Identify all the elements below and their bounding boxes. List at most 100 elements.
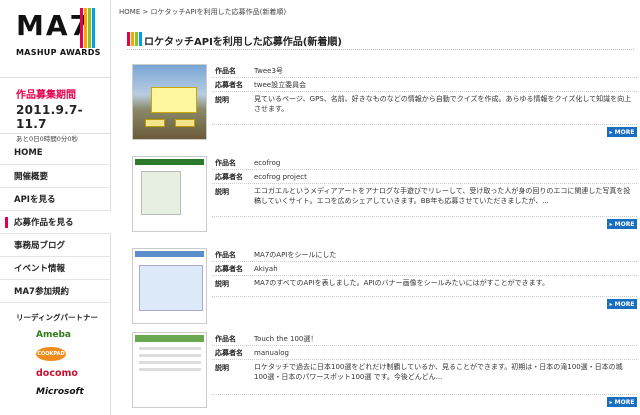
nav-label: MA7参加規約 [14, 287, 69, 297]
nav-label: イベント情報 [14, 264, 66, 274]
thumb-sign [151, 87, 197, 113]
partner-microsoft[interactable]: Microsoft [36, 385, 111, 399]
logo-bar-2 [84, 8, 87, 48]
period-date: 2011.9.7-11.7 [16, 103, 83, 131]
thumb-line [139, 361, 201, 364]
heading-bar [131, 32, 134, 46]
entry-thumbnail[interactable] [132, 64, 207, 140]
entry-info: 作品名 ecofrog 応募者名 ecofrog project 説明 エコガエルとい… [212, 156, 637, 207]
row-desc: 説明 ロケタッチで過去に日本100選をどれだけ制覇しているか、見ることができます。… [212, 360, 637, 383]
docomo-logo: docomo [36, 367, 78, 379]
sidebar: MA7 MASHUP AWARDS 作品募集期間 2011.9.7-11.7 あ… [0, 0, 111, 415]
page-title: ロケタッチAPIを利用した応募作品(新着順) [144, 37, 342, 48]
entry-author: Akiyah [254, 264, 278, 273]
entry-thumbnail[interactable] [132, 248, 207, 324]
entry-name: MA7のAPIをシールにした [254, 250, 337, 259]
entry-desc: ロケタッチで過去に日本100選をどれだけ制覇しているか、見ることができます。初期… [254, 363, 623, 381]
more-row: ▸ MORE [212, 394, 637, 407]
logo-bar-4 [92, 8, 95, 48]
row-work: 作品名 ecofrog [212, 156, 637, 170]
ma7-logo[interactable]: MA7 MASHUP AWARDS [14, 6, 100, 66]
more-label: MORE [614, 128, 635, 136]
label-author: 応募者名 [215, 264, 243, 273]
nav-terms[interactable]: MA7参加規約 [0, 280, 111, 303]
label-author: 応募者名 [215, 348, 243, 357]
entry-item: 作品名 ecofrog 応募者名 ecofrog project 説明 エコガエルとい… [132, 156, 637, 238]
label-desc: 説明 [215, 364, 229, 372]
nav-label: 開催概要 [14, 172, 49, 182]
thumb-line [139, 368, 201, 371]
nav-api[interactable]: APIを見る [0, 188, 111, 211]
entry-item: 作品名 Touch the 100選！ 応募者名 manualog 説明 ロケタッチで… [132, 332, 637, 414]
more-label: MORE [614, 398, 635, 406]
nav-events[interactable]: イベント情報 [0, 257, 111, 280]
nav-label: HOME [14, 148, 43, 158]
active-marker [5, 217, 8, 228]
row-work: 作品名 Touch the 100選！ [212, 332, 637, 346]
entry-author: twee設立委員会 [254, 80, 307, 89]
period-title: 作品募集期間 [16, 90, 76, 101]
more-row: ▸ MORE [212, 296, 637, 309]
nav-overview[interactable]: 開催概要 [0, 165, 111, 188]
entry-name: ecofrog [254, 158, 281, 167]
nav-label: APIを見る [14, 195, 56, 205]
logo-bar-1 [80, 8, 83, 48]
cookpad-logo: COOKPAD [36, 347, 66, 361]
more-label: MORE [614, 300, 635, 308]
partner-docomo[interactable]: docomo [36, 366, 111, 380]
partner-ameba[interactable]: Ameba [36, 328, 111, 342]
breadcrumb: HOME > ロケタッチAPIを利用した応募作品(新着順) [119, 8, 287, 16]
nav-label: 応募作品を見る [14, 218, 74, 228]
entry-name: Twee3号 [254, 66, 283, 75]
row-desc: 説明 見ているページ、GPS、名前、好きなものなどの情報から自動でクイズを作成。あ… [212, 92, 637, 115]
label-work: 作品名 [215, 334, 236, 343]
page-heading: ロケタッチAPIを利用した応募作品(新着順) [127, 28, 634, 50]
label-desc: 説明 [215, 96, 229, 104]
entry-item: 作品名 Twee3号 応募者名 twee設立委員会 説明 見ているページ、GPS、名前… [132, 64, 637, 146]
entry-thumbnail[interactable] [132, 156, 207, 232]
main-content: HOME > ロケタッチAPIを利用した応募作品(新着順) ロケタッチAPIを利… [111, 0, 640, 415]
nav-entries[interactable]: 応募作品を見る [0, 211, 111, 234]
entry-author: manualog [254, 348, 289, 357]
ameba-logo: Ameba [36, 330, 71, 340]
more-button[interactable]: ▸ MORE [607, 127, 637, 137]
microsoft-logo: Microsoft [36, 387, 84, 397]
label-desc: 説明 [215, 280, 229, 288]
thumb-button [175, 119, 195, 127]
entry-desc: 見ているページ、GPS、名前、好きなものなどの情報から自動でクイズを作成。あらゆ… [254, 95, 632, 113]
more-button[interactable]: ▸ MORE [607, 219, 637, 229]
thumb-line [139, 347, 201, 350]
thumb-map [141, 171, 181, 215]
label-desc: 説明 [215, 188, 229, 196]
partner-cookpad[interactable]: COOKPAD [36, 347, 111, 361]
entry-desc: エコガエルというメディアアートをアナログな手遊びでリレーして、受け取った人が身の… [254, 187, 631, 205]
logo-bar-3 [88, 8, 91, 48]
row-author: 応募者名 ecofrog project [212, 170, 637, 184]
entry-author: ecofrog project [254, 172, 307, 181]
thumb-line [139, 354, 201, 357]
heading-bar [135, 32, 138, 46]
entry-info: 作品名 Twee3号 応募者名 twee設立委員会 説明 見ているページ、GPS、名前… [212, 64, 637, 115]
more-label: MORE [614, 220, 635, 228]
main-nav: HOME 開催概要 APIを見る 応募作品を見る 事務局ブログ イベント情報 M… [0, 142, 111, 303]
more-row: ▸ MORE [212, 124, 637, 137]
thumb-button [145, 119, 165, 127]
label-author: 応募者名 [215, 172, 243, 181]
thumb-header [135, 335, 204, 342]
partners-title: リーディングパートナー [16, 313, 98, 322]
heading-bar [139, 32, 142, 46]
nav-blog[interactable]: 事務局ブログ [0, 234, 111, 257]
more-button[interactable]: ▸ MORE [607, 299, 637, 309]
partners: リーディングパートナー Ameba COOKPAD docomo Microso… [0, 312, 111, 399]
label-author: 応募者名 [215, 80, 243, 89]
more-button[interactable]: ▸ MORE [607, 397, 637, 407]
entry-thumbnail[interactable] [132, 332, 207, 408]
heading-bar [127, 32, 130, 46]
more-row: ▸ MORE [212, 216, 637, 229]
thumb-header [135, 251, 204, 257]
nav-home[interactable]: HOME [0, 142, 111, 165]
entry-item: 作品名 MA7のAPIをシールにした 応募者名 Akiyah 説明 MA7のすべてのA… [132, 248, 637, 330]
row-author: 応募者名 manualog [212, 346, 637, 360]
entry-desc: MA7のすべてのAPIを表しました。APIのバナー画像をシールみたいにはがすこと… [254, 279, 549, 287]
nav-label: 事務局ブログ [14, 241, 66, 251]
